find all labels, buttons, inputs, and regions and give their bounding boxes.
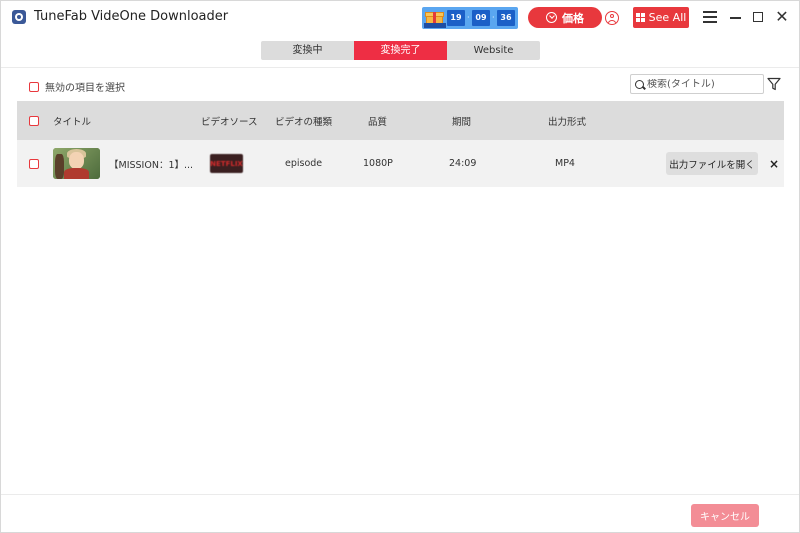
select-invalid-checkbox[interactable] xyxy=(29,81,39,92)
row-format: MP4 xyxy=(555,158,575,169)
see-all-label: See All xyxy=(648,11,687,24)
header-video-type: ビデオの種類 xyxy=(275,116,333,128)
header-duration: 期間 xyxy=(452,116,472,128)
remove-row-icon[interactable]: × xyxy=(769,157,779,171)
select-all-checkbox[interactable] xyxy=(29,115,39,126)
footer-divider xyxy=(1,494,799,495)
minimize-icon[interactable] xyxy=(730,17,741,19)
row-video-type: episode xyxy=(285,158,323,169)
search-box[interactable] xyxy=(630,74,764,94)
app-title: TuneFab VideOne Downloader xyxy=(34,9,229,24)
header-quality: 品質 xyxy=(368,116,388,128)
row-duration: 24:09 xyxy=(449,158,477,169)
select-invalid-label: 無効の項目を選択 xyxy=(45,83,125,94)
app-logo-icon xyxy=(12,10,26,24)
countdown-separator: · xyxy=(492,13,495,22)
promo-countdown-banner[interactable]: 19 · 09 · 36 xyxy=(422,7,518,29)
header-output-format: 出力形式 xyxy=(548,116,587,128)
price-button-label: 価格 xyxy=(562,11,584,25)
netflix-logo-icon: NETFLIX xyxy=(210,154,243,173)
row-quality: 1080P xyxy=(363,158,393,169)
row-checkbox[interactable] xyxy=(29,158,39,169)
see-all-button[interactable]: See All xyxy=(633,7,689,28)
select-invalid-items[interactable]: 無効の項目を選択 xyxy=(29,79,125,94)
user-account-icon[interactable] xyxy=(605,11,619,25)
cancel-button[interactable]: キャンセル xyxy=(691,504,759,527)
tab-converting[interactable]: 変換中 xyxy=(261,41,354,60)
header-divider xyxy=(1,67,799,68)
header-title: タイトル xyxy=(53,116,92,128)
grid-icon xyxy=(635,13,645,22)
countdown-hours: 19 xyxy=(447,10,465,26)
row-title: 【MISSION：1】... xyxy=(109,159,194,171)
search-input[interactable] xyxy=(647,78,762,90)
maximize-icon[interactable] xyxy=(753,12,763,22)
header-video-source: ビデオソース xyxy=(201,116,258,128)
app-window: TuneFab VideOne Downloader 19 · 09 · 36 … xyxy=(0,0,800,533)
tab-completed[interactable]: 変換完了 xyxy=(354,41,447,60)
title-bar: TuneFab VideOne Downloader 19 · 09 · 36 … xyxy=(1,1,799,35)
gift-icon xyxy=(424,8,446,28)
source-logo-text: NETFLIX xyxy=(210,159,243,168)
table-header: タイトル ビデオソース ビデオの種類 品質 期間 出力形式 xyxy=(17,101,784,140)
status-tabs: 変換中 変換完了 Website xyxy=(261,41,540,60)
table-row: 【MISSION：1】... NETFLIX episode 1080P 24:… xyxy=(17,140,784,187)
price-button[interactable]: 価格 xyxy=(528,7,602,28)
countdown-minutes: 09 xyxy=(472,10,490,26)
tab-website[interactable]: Website xyxy=(447,41,540,60)
close-window-icon[interactable]: ✕ xyxy=(772,7,792,27)
countdown-seconds: 36 xyxy=(497,10,515,26)
search-icon xyxy=(635,79,644,89)
countdown-separator: · xyxy=(467,13,470,22)
download-circle-icon xyxy=(546,12,557,23)
open-output-file-button[interactable]: 出力ファイルを開く xyxy=(666,152,758,175)
filter-icon[interactable] xyxy=(767,77,781,91)
hamburger-menu-icon[interactable] xyxy=(703,11,717,23)
video-thumbnail xyxy=(53,148,100,179)
